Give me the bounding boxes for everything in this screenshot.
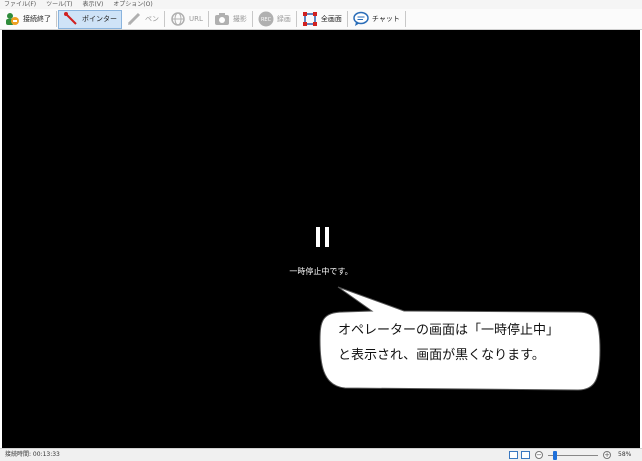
menu-file[interactable]: ファイル(F) <box>4 0 36 9</box>
toolbar-separator <box>295 11 297 27</box>
record-button[interactable]: REC 録画 <box>254 10 295 29</box>
camera-icon <box>214 13 229 25</box>
toolbar-separator <box>207 11 209 27</box>
menu-tools[interactable]: ツール(T) <box>46 0 72 9</box>
toolbar-separator <box>251 11 253 27</box>
chat-label: チャット <box>371 15 400 23</box>
rec-badge-text: REC <box>261 17 272 23</box>
globe-icon <box>171 12 185 26</box>
menu-view[interactable]: 表示(V) <box>83 0 104 9</box>
toolbar-separator <box>164 11 165 27</box>
actual-size-icon[interactable] <box>521 451 530 459</box>
disconnect-button[interactable]: 接続終了 <box>0 10 55 29</box>
pause-message: 一時停止中です。 <box>289 267 353 276</box>
pause-icon <box>316 227 330 247</box>
pen-label: ペン <box>145 15 159 23</box>
pen-icon <box>127 12 141 26</box>
disconnect-icon <box>6 13 19 25</box>
chat-icon <box>353 11 369 26</box>
fit-window-icon[interactable] <box>509 451 518 459</box>
url-label: URL <box>189 15 203 23</box>
connection-time: 接続時間: 00:13:33 <box>5 451 60 458</box>
fullscreen-icon <box>302 12 317 26</box>
fullscreen-button[interactable]: 全画面 <box>298 10 346 29</box>
record-label: 録画 <box>276 15 291 23</box>
speech-bubble-line2: と表示され、画面が黒くなります。 <box>338 348 545 363</box>
capture-button[interactable]: 撮影 <box>210 10 251 29</box>
toolbar-separator <box>404 11 406 27</box>
status-bar: 接続時間: 00:13:33 − + 58% <box>0 448 642 461</box>
speech-bubble-text: オペレーターの画面は「一時停止中」 と表示され、画面が黒くなります。 <box>338 318 598 368</box>
zoom-level: 58% <box>618 451 632 458</box>
zoom-out-button[interactable]: − <box>535 451 543 459</box>
fullscreen-label: 全画面 <box>320 15 342 23</box>
menu-options[interactable]: オプション(O) <box>113 0 152 9</box>
zoom-in-button[interactable]: + <box>603 451 611 459</box>
record-icon: REC <box>258 11 274 27</box>
toolbar: 接続終了 ポインター ペン URL 撮影 REC 録画 全画面 チャット <box>0 9 642 30</box>
speech-bubble-line1: オペレーターの画面は「一時停止中」 <box>338 323 560 338</box>
url-button[interactable]: URL <box>166 10 207 29</box>
toolbar-separator <box>346 11 348 27</box>
pointer-button[interactable]: ポインター <box>58 9 122 29</box>
disconnect-label: 接続終了 <box>23 15 51 23</box>
pointer-icon <box>64 12 77 25</box>
capture-label: 撮影 <box>232 15 247 23</box>
menu-bar: ファイル(F) ツール(T) 表示(V) オプション(O) <box>0 0 642 9</box>
pointer-label: ポインター <box>82 15 117 23</box>
pen-button[interactable]: ペン <box>122 10 163 29</box>
zoom-slider-thumb[interactable] <box>553 451 557 460</box>
toolbar-separator <box>56 11 57 27</box>
chat-button[interactable]: チャット <box>349 10 404 29</box>
